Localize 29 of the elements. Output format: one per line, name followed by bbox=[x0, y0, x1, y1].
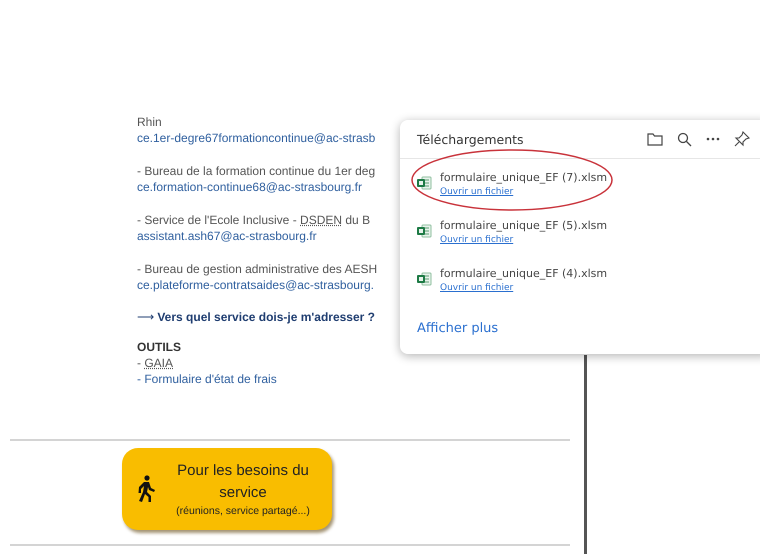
contact-title: - Bureau de la formation continue du 1er deg bbox=[137, 163, 376, 179]
spreadsheet-icon bbox=[416, 223, 432, 239]
spreadsheet-icon bbox=[416, 175, 432, 191]
more-icon[interactable] bbox=[706, 137, 720, 141]
file-name: formulaire_unique_EF (4).xlsm bbox=[440, 266, 608, 281]
contact-title: - Service de l'Ecole Inclusive - DSDEN du B bbox=[137, 212, 370, 228]
file-name: formulaire_unique_EF (7).xlsm bbox=[440, 170, 608, 185]
service-button[interactable]: Pour les besoins du service (réunions, service partagé...) bbox=[122, 448, 332, 530]
panel-title: Téléchargements bbox=[417, 132, 525, 146]
file-name: formulaire_unique_EF (5).xlsm bbox=[440, 218, 608, 233]
open-file-link[interactable]: Ouvrir un fichier bbox=[440, 233, 514, 247]
contact-title: - Bureau de gestion administrative des AESH bbox=[137, 261, 378, 277]
email-link[interactable]: ce.formation-continue68@ac-strasbourg.fr bbox=[137, 179, 362, 195]
spreadsheet-icon bbox=[416, 271, 432, 287]
contact-title: Rhin bbox=[137, 114, 162, 130]
service-link[interactable]: ⟶ Vers quel service dois-je m'adresser ? bbox=[137, 310, 375, 324]
tool-link[interactable]: - Formulaire d'état de frais bbox=[137, 371, 277, 387]
email-link[interactable]: assistant.ash67@ac-strasbourg.fr bbox=[137, 228, 317, 244]
walking-person-icon bbox=[136, 475, 156, 503]
open-file-link[interactable]: Ouvrir un fichier bbox=[440, 185, 514, 199]
show-more-link[interactable]: Afficher plus bbox=[417, 321, 498, 336]
tools-heading: OUTILS bbox=[137, 339, 181, 355]
folder-icon[interactable] bbox=[647, 132, 663, 146]
pin-icon[interactable] bbox=[734, 131, 750, 147]
email-link[interactable]: ce.1er-degre67formationcontinue@ac-strasb bbox=[137, 130, 376, 146]
email-link[interactable]: ce.plateforme-contratsaides@ac-strasbourg. bbox=[137, 277, 374, 293]
tool-link[interactable]: - GAIA bbox=[137, 355, 174, 371]
open-file-link[interactable]: Ouvrir un fichier bbox=[440, 281, 514, 295]
search-icon[interactable] bbox=[677, 132, 692, 146]
